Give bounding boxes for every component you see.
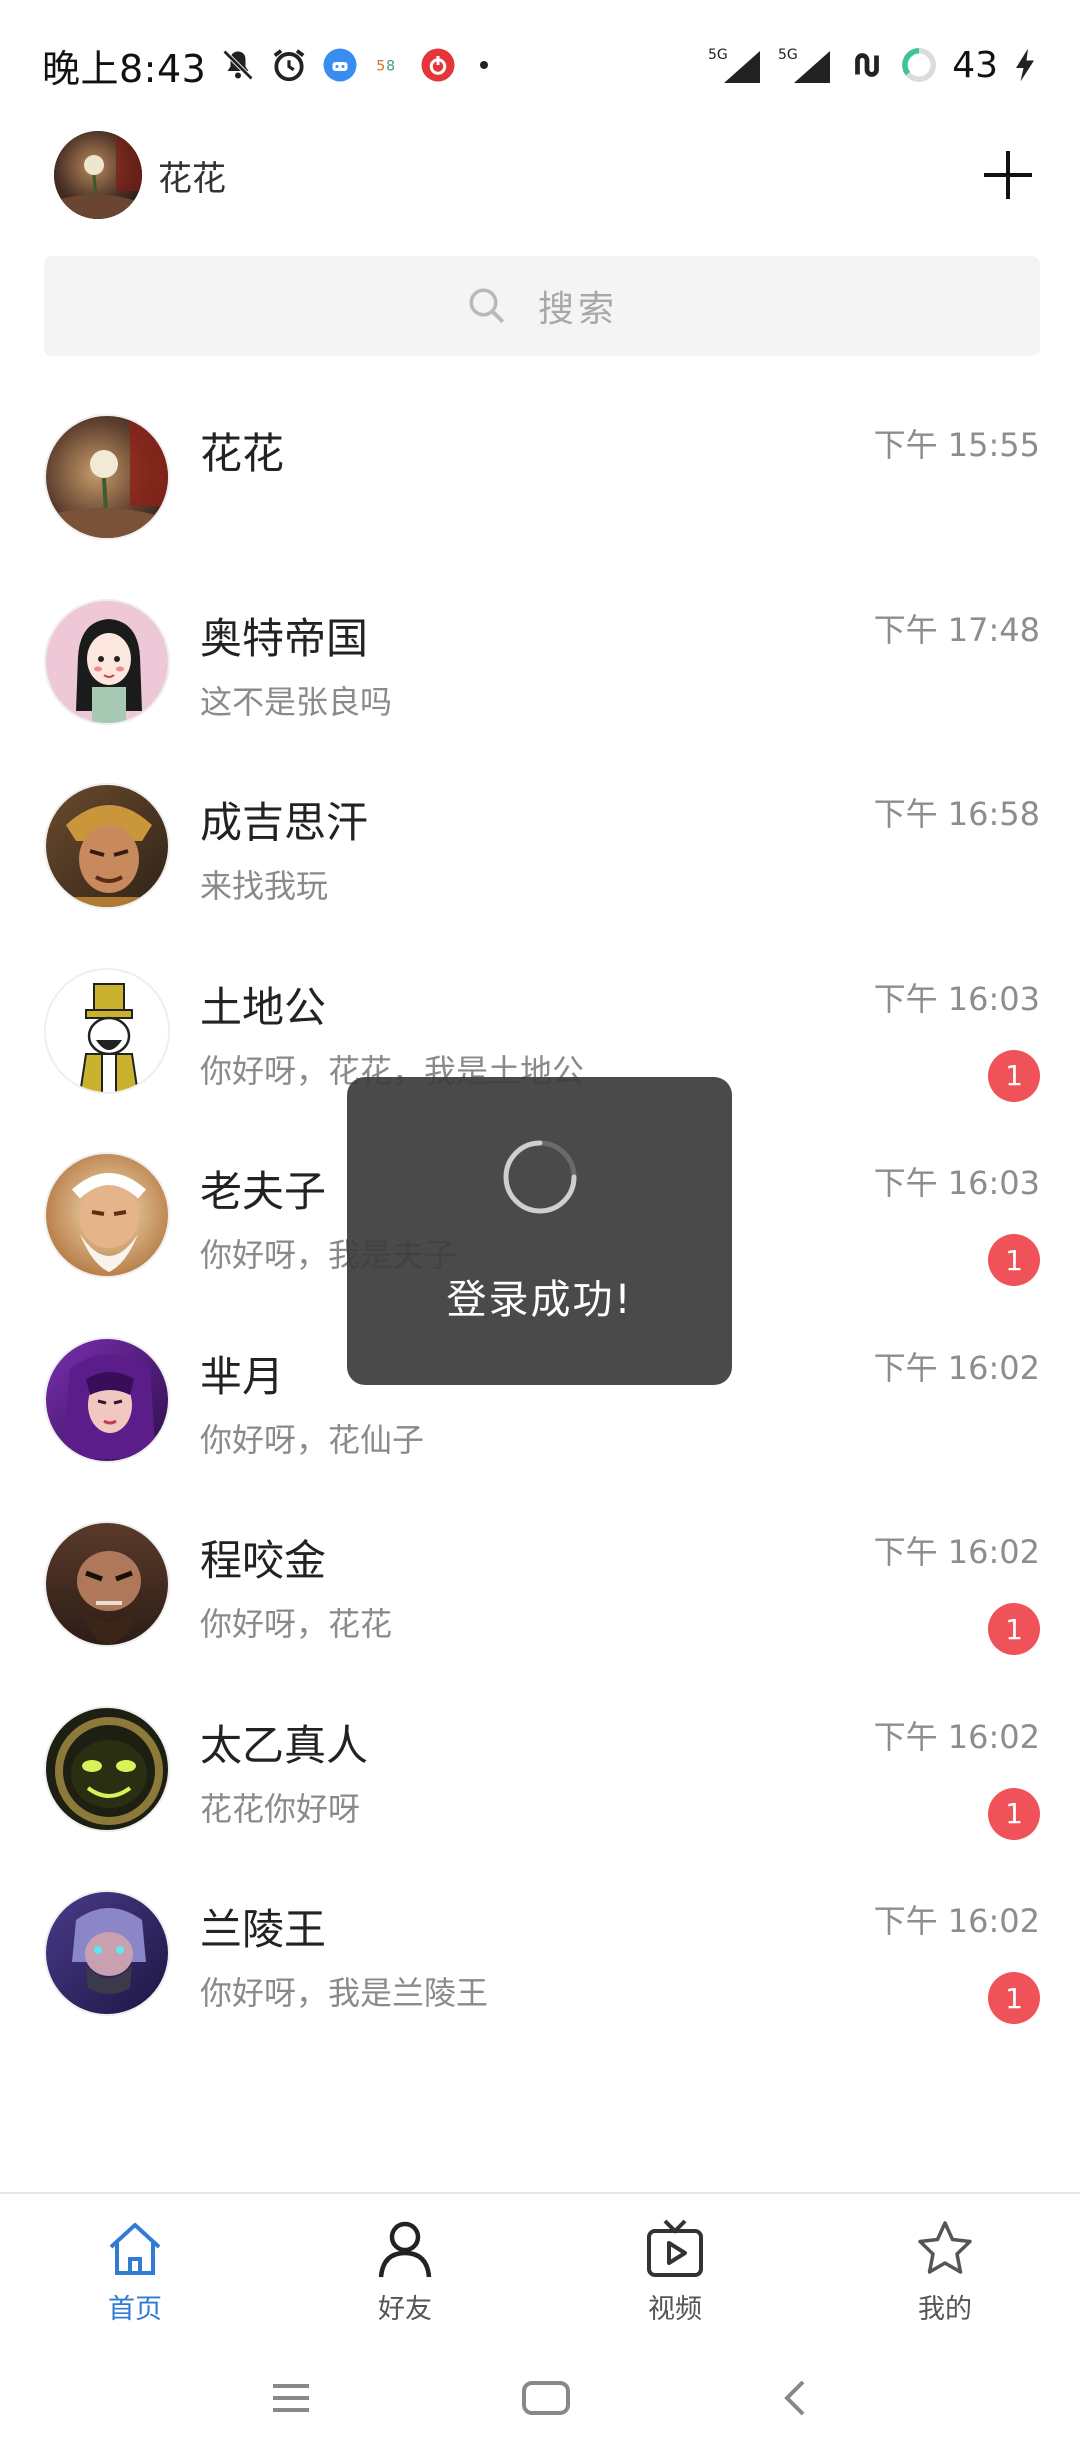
tv-play-icon [643, 2217, 707, 2281]
nav-label: 我的 [918, 2293, 972, 2325]
unread-badge: 1 [988, 1603, 1040, 1655]
avatar [44, 414, 170, 540]
nav-home[interactable]: 首页 [0, 2194, 270, 2340]
status-right: 5G 5G 43 [708, 45, 1038, 86]
chat-time: 下午 16:02 [873, 1902, 1040, 1940]
nav-label: 好友 [378, 2293, 432, 2325]
chat-name: 土地公 [200, 982, 327, 1032]
chat-time: 下午 16:02 [873, 1533, 1040, 1571]
toast-message: 登录成功! [446, 1277, 633, 1323]
chat-message: 花花你好呀 [200, 1789, 361, 1828]
status-bar: 晚上8:43 58 5G 5G 43 [0, 0, 1080, 130]
unread-badge: 1 [988, 1787, 1040, 1840]
chat-time: 下午 17:48 [873, 610, 1040, 649]
login-success-toast: 登录成功! [347, 1077, 732, 1385]
app-notify-icon-2: 58 [372, 48, 406, 82]
app-notify-icon-1 [322, 47, 358, 83]
avatar [44, 1521, 170, 1647]
chat-name: 奥特帝国 [200, 613, 369, 663]
chat-time: 下午 16:58 [873, 795, 1040, 833]
charging-icon [1012, 47, 1038, 83]
link-icon [848, 46, 886, 84]
avatar [44, 1336, 170, 1463]
chat-message: 你好呀，花仙子 [200, 1420, 425, 1459]
battery-level: 43 [952, 44, 998, 86]
status-left: 晚上8:43 58 [42, 38, 489, 93]
signal-5g-icon: 5G [778, 45, 834, 85]
star-icon [913, 2217, 977, 2281]
svg-text:5G: 5G [778, 47, 798, 63]
svg-text:5G: 5G [708, 47, 728, 63]
profile-area[interactable]: 花花 [54, 131, 226, 219]
home-square-icon[interactable] [521, 2380, 571, 2420]
unread-badge: 1 [988, 1234, 1040, 1286]
svg-text:8: 8 [387, 59, 396, 75]
nav-label: 首页 [108, 2293, 162, 2325]
chat-time: 下午 15:55 [873, 426, 1040, 464]
search-placeholder: 搜索 [537, 289, 618, 330]
nav-friends[interactable]: 好友 [270, 2194, 540, 2340]
nav-mine[interactable]: 我的 [810, 2194, 1080, 2340]
nav-video[interactable]: 视频 [540, 2194, 810, 2340]
chat-message: 这不是张良吗 [200, 682, 393, 721]
avatar [44, 1705, 170, 1832]
chat-item[interactable]: 成吉思汗 来找我玩 下午 16:58 [0, 763, 1080, 948]
menu-icon[interactable] [271, 2381, 311, 2419]
back-icon[interactable] [781, 2378, 809, 2422]
plus-icon [984, 151, 1032, 199]
home-icon [103, 2217, 167, 2281]
unread-badge: 1 [988, 1049, 1040, 1102]
chat-message: 你好呀，花花 [200, 1605, 393, 1643]
more-dot-icon [480, 61, 489, 69]
chat-item[interactable]: 花花 下午 15:55 [0, 394, 1080, 579]
chat-time: 下午 16:02 [873, 1348, 1040, 1387]
avatar [44, 783, 170, 909]
unread-badge: 1 [988, 1972, 1040, 2024]
system-nav-bar [0, 2340, 1080, 2460]
chat-item[interactable]: 太乙真人 花花你好呀 下午 16:02 1 [0, 1686, 1080, 1871]
chat-name: 成吉思汗 [200, 798, 369, 847]
signal-5g-icon: 5G [708, 45, 764, 85]
search-icon [466, 285, 508, 327]
user-avatar[interactable] [54, 131, 142, 219]
chat-time: 下午 16:02 [873, 1717, 1040, 1756]
chat-message: 来找我玩 [200, 867, 329, 905]
chat-item[interactable]: 程咬金 你好呀，花花 下午 16:02 1 [0, 1501, 1080, 1686]
chat-name: 程咬金 [200, 1536, 327, 1585]
avatar [44, 1152, 170, 1278]
mute-bell-icon [220, 47, 256, 83]
chat-time: 下午 16:03 [873, 1164, 1040, 1202]
netease-music-icon [420, 47, 456, 83]
status-time: 晚上8:43 [42, 46, 207, 91]
chat-item[interactable]: 奥特帝国 这不是张良吗 下午 17:48 [0, 579, 1080, 764]
chat-time: 下午 16:03 [873, 979, 1040, 1018]
user-name: 花花 [158, 158, 226, 199]
add-button[interactable] [978, 145, 1038, 205]
chat-home-screen: 晚上8:43 58 5G 5G 43 花花 搜索 花花 下午 15:55 奥特帝… [0, 0, 1080, 2460]
chat-name: 太乙真人 [200, 1720, 369, 1770]
person-icon [373, 2217, 437, 2281]
avatar [44, 598, 170, 725]
avatar [44, 1890, 170, 2016]
top-header: 花花 [0, 120, 1080, 230]
bottom-nav: 首页 好友 视频 我的 [0, 2192, 1080, 2340]
svg-text:5: 5 [377, 59, 386, 75]
chat-item[interactable]: 兰陵王 你好呀，我是兰陵王 下午 16:02 1 [0, 1870, 1080, 2055]
loading-spinner-icon [503, 1140, 576, 1214]
chat-name: 花花 [200, 429, 285, 478]
chat-name: 老夫子 [200, 1167, 327, 1216]
battery-ring-icon [900, 46, 938, 84]
chat-message: 你好呀，我是兰陵王 [200, 1974, 489, 2012]
chat-name: 兰陵王 [200, 1905, 327, 1954]
search-bar[interactable]: 搜索 [44, 256, 1040, 356]
alarm-icon [270, 46, 308, 84]
avatar [44, 967, 170, 1094]
nav-label: 视频 [648, 2293, 702, 2325]
chat-name: 芈月 [200, 1351, 285, 1401]
